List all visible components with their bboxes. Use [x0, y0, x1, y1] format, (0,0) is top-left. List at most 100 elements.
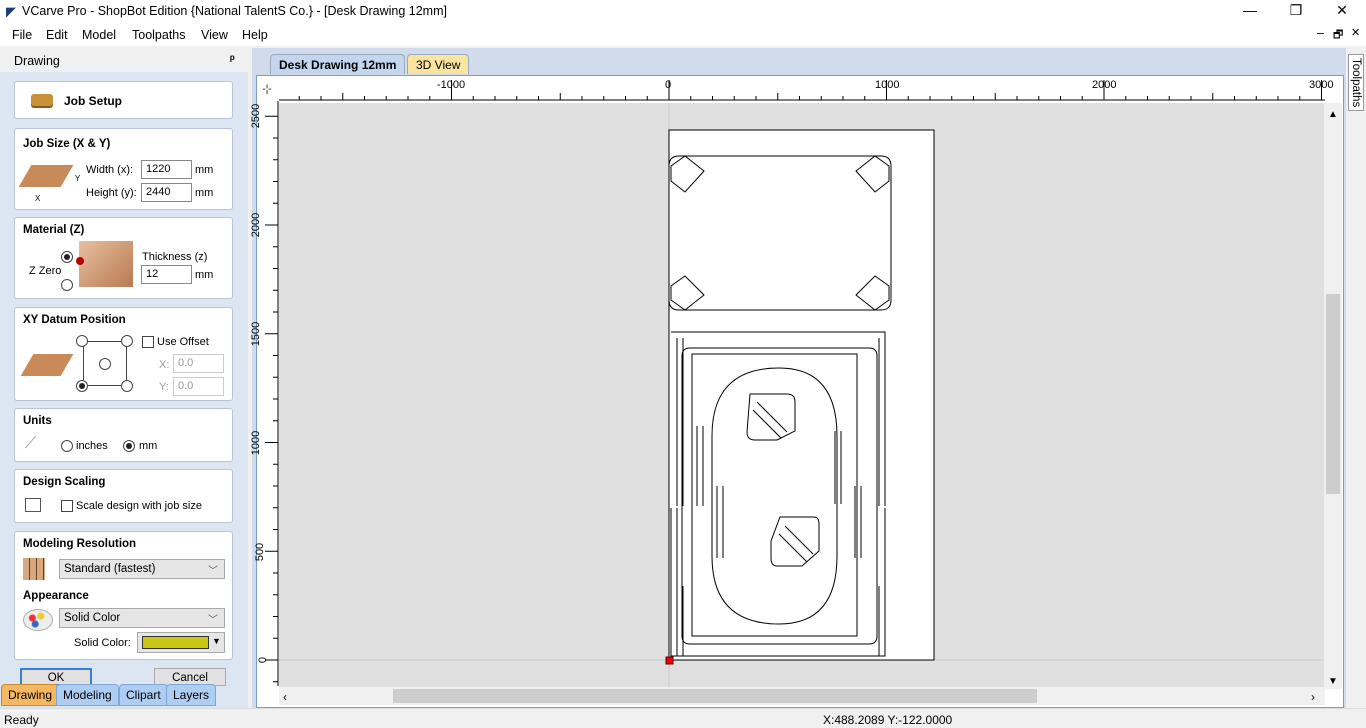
- ruler-x-label: 2000: [1092, 79, 1117, 91]
- units-mm-radio[interactable]: [123, 440, 135, 452]
- dropdown-arrow-icon: ▼: [212, 636, 221, 646]
- menu-view[interactable]: View: [201, 28, 228, 42]
- use-offset-label: Use Offset: [157, 336, 209, 348]
- tab-layers[interactable]: Layers: [166, 684, 217, 706]
- material-section: Material (Z) Z Zero Thickness (z) 12 mm: [14, 217, 233, 299]
- status-text: Ready: [4, 713, 39, 727]
- datum-sheet-icon: [20, 354, 74, 376]
- scroll-up-arrow: ▲: [1328, 109, 1338, 120]
- material-title: Material (Z): [23, 224, 85, 236]
- job-size-title: Job Size (X & Y): [23, 138, 111, 150]
- tab-modeling[interactable]: Modeling: [56, 684, 119, 706]
- ruler-y-label: 500: [254, 542, 267, 562]
- resolution-grid-icon: [23, 558, 45, 580]
- menu-edit[interactable]: Edit: [46, 28, 68, 42]
- solid-color-label: Solid Color:: [74, 637, 131, 649]
- width-unit: mm: [195, 164, 214, 176]
- y-axis-label: Y: [75, 174, 81, 183]
- menu-help[interactable]: Help: [242, 28, 268, 42]
- restore-button[interactable]: ❐: [1281, 2, 1311, 22]
- menu-file[interactable]: File: [12, 28, 32, 42]
- resolution-value: Standard (fastest): [64, 563, 156, 575]
- mdi-close-button[interactable]: ✕: [1351, 26, 1360, 39]
- resolution-appearance-section: Modeling Resolution Standard (fastest) ﹀ …: [14, 531, 233, 660]
- toolpaths-side-tab[interactable]: Toolpaths: [1346, 48, 1366, 708]
- design-scaling-section: Design Scaling Scale design with job siz…: [14, 469, 233, 523]
- thickness-input[interactable]: 12: [141, 265, 192, 284]
- z-zero-top-radio[interactable]: [61, 251, 73, 263]
- ruler-x-label: 1000: [875, 79, 900, 91]
- scroll-left-arrow: ‹: [283, 690, 287, 704]
- ruler-y-label: 0: [257, 656, 270, 664]
- offset-y-input[interactable]: 0.0: [173, 377, 224, 396]
- window-title: VCarve Pro - ShopBot Edition {National T…: [22, 4, 447, 18]
- ruler-y-label: 2500: [250, 103, 263, 129]
- tab-3d-view[interactable]: 3D View: [407, 54, 470, 74]
- ruler-x-label: 3000: [1309, 79, 1334, 91]
- datum-top-left-radio[interactable]: [76, 335, 88, 347]
- palette-icon: [23, 609, 53, 631]
- material-sheet: [668, 129, 935, 661]
- height-input[interactable]: 2440: [141, 183, 192, 202]
- ruler-y-label: 1000: [250, 430, 263, 456]
- offset-x-label: X:: [159, 359, 170, 371]
- units-inches-label: inches: [76, 440, 108, 452]
- units-inches-radio[interactable]: [61, 440, 73, 452]
- chevron-down-icon: ﹀: [208, 566, 218, 577]
- ruler-x-label: -1000: [437, 79, 466, 91]
- scale-design-label: Scale design with job size: [76, 500, 202, 512]
- x-axis-label: X: [35, 194, 41, 203]
- job-setup-icon: [31, 94, 53, 106]
- material-block-icon: [79, 241, 133, 287]
- resolution-title: Modeling Resolution: [23, 538, 137, 550]
- datum-top-right-radio[interactable]: [121, 335, 133, 347]
- height-unit: mm: [195, 187, 214, 199]
- resolution-select[interactable]: Standard (fastest) ﹀: [59, 559, 225, 579]
- datum-title: XY Datum Position: [23, 314, 126, 326]
- height-label: Height (y):: [86, 187, 137, 199]
- job-size-section: Job Size (X & Y) X Y Width (x): 1220 mm …: [14, 128, 233, 210]
- pin-icon[interactable]: ᵖ: [230, 52, 235, 66]
- xy-datum-section: XY Datum Position Use Offset X: 0.0 Y: 0…: [14, 307, 233, 401]
- close-button[interactable]: ✕: [1327, 2, 1357, 22]
- scaling-icon: [25, 498, 41, 512]
- menu-toolpaths[interactable]: Toolpaths: [132, 28, 186, 42]
- appearance-value: Solid Color: [64, 612, 121, 624]
- thickness-label: Thickness (z): [142, 251, 208, 263]
- z-zero-bottom-radio[interactable]: [61, 279, 73, 291]
- chevron-down-icon: ﹀: [208, 615, 218, 626]
- solid-color-picker[interactable]: ▼: [137, 632, 225, 653]
- scaling-title: Design Scaling: [23, 476, 106, 488]
- toolpaths-tab-label[interactable]: Toolpaths: [1348, 54, 1364, 112]
- use-offset-checkbox[interactable]: [142, 336, 154, 348]
- horizontal-scroll-thumb: [393, 689, 1037, 703]
- width-input[interactable]: 1220: [141, 160, 192, 179]
- color-swatch: [142, 636, 209, 649]
- ruler-y-label: 1500: [250, 321, 263, 347]
- tab-drawing[interactable]: Drawing: [1, 684, 60, 706]
- tab-desk-drawing[interactable]: Desk Drawing 12mm: [270, 54, 406, 74]
- scroll-right-arrow: ›: [1311, 690, 1315, 704]
- scale-design-checkbox[interactable]: [61, 500, 73, 512]
- minimize-button[interactable]: —: [1235, 2, 1265, 22]
- offset-x-input[interactable]: 0.0: [173, 354, 224, 373]
- menu-model[interactable]: Model: [82, 28, 116, 42]
- job-setup-header: Job Setup: [14, 81, 233, 119]
- datum-center-radio[interactable]: [99, 358, 111, 370]
- appearance-title: Appearance: [23, 590, 89, 602]
- units-section: Units ⟋ inches mm: [14, 408, 233, 462]
- datum-bottom-left-radio[interactable]: [76, 380, 88, 392]
- tab-clipart[interactable]: Clipart: [119, 684, 168, 706]
- mdi-restore-button[interactable]: 🗗: [1333, 26, 1343, 45]
- units-title: Units: [23, 415, 52, 427]
- z-zero-marker-icon: [76, 257, 84, 265]
- appearance-select[interactable]: Solid Color ﹀: [59, 608, 225, 628]
- ruler-y-label: 2000: [250, 212, 263, 238]
- mdi-minimize-button[interactable]: –: [1317, 26, 1324, 40]
- z-zero-label: Z Zero: [29, 265, 62, 277]
- panel-header: Drawing ᵖ: [0, 48, 248, 72]
- datum-bottom-right-radio[interactable]: [121, 380, 133, 392]
- status-bar: Ready X:488.2089 Y:-122.0000: [0, 708, 1366, 728]
- drawing-canvas[interactable]: ▲ ▼ ‹ › -¦-: [257, 76, 1343, 707]
- width-label: Width (x):: [86, 164, 134, 176]
